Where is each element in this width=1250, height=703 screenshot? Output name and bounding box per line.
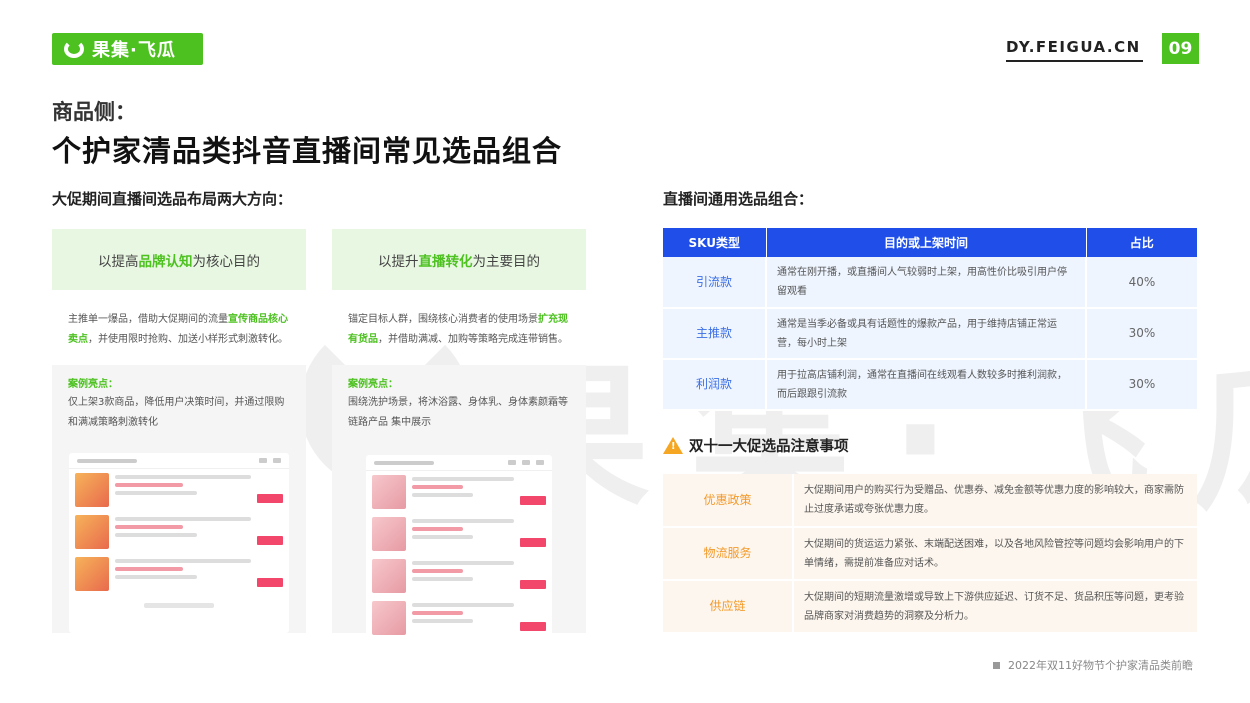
screenshot-topbar [69,453,289,469]
livestream-screenshot [69,453,289,633]
footer-text: 2022年双11好物节个护家清品类前瞻 [1008,659,1193,672]
header-text: 以提高 [98,253,139,270]
direction-card-brand: 以提高 品牌认知 为核心目的 主推单一爆品，借助大促期间的流量宣传商品核心卖点，并使… [52,229,306,633]
desc-text: 锚定目标人群，围绕核心消费者的使用场景 [348,314,538,325]
header-highlight: 品牌认知 [138,253,193,270]
desc-text: 主推单一爆品，借助大促期间的流量 [68,314,228,325]
footer-source: 2022年双11好物节个护家清品类前瞻 [993,657,1193,673]
sku-type: 利润款 [663,359,767,411]
case-box: 案例亮点： 围绕洗护场景，将沐浴露、身体乳、身体素颜霜等链路产品 集中展示 [332,365,586,645]
notice-type: 物流服务 [663,527,794,581]
notice-desc: 大促期间的货运运力紧张、末端配送困难，以及各地风险管控等问题均会影响用户的下单情… [793,527,1197,581]
table-header-row: SKU类型 目的或上架时间 占比 [663,228,1197,257]
sku-pct: 30% [1086,308,1197,360]
sku-type: 引流款 [663,257,767,309]
header-text: 以提升 [378,253,419,270]
desc-text: ，并借助满减、加购等策略完成连带销售。 [378,334,568,345]
footer-square-icon [993,661,1000,669]
table-row: 主推款 通常是当季必备或具有话题性的爆款产品，用于维持店铺正常运营，每小时上架 … [663,308,1197,360]
product-thumb [372,475,406,509]
header-text: 为核心目的 [192,253,261,270]
direction-card-description: 锚定目标人群，围绕核心消费者的使用场景扩充现有货品，并借助满减、加购等策略完成连… [332,290,586,365]
case-title: 案例亮点： [348,379,398,390]
product-thumb [372,601,406,635]
product-thumb [75,515,109,549]
table-header: SKU类型 [663,228,767,257]
site-url: DY.FEIGUA.CN [1006,38,1143,62]
table-row: 利润款 用于拉高店铺利润，通常在直播间在线观看人数较多时推利润款，而后跟跟引流款… [663,359,1197,411]
table-row: 物流服务 大促期间的货运运力紧张、末端配送困难，以及各地风险管控等问题均会影响用… [663,527,1197,581]
buy-button [520,622,546,631]
direction-card-conversion: 以提升 直播转化 为主要目的 锚定目标人群，围绕核心消费者的使用场景扩充现有货品，并… [332,229,586,645]
right-section-heading: 直播间通用选品组合： [663,190,814,208]
page-subtitle: 商品侧： [52,100,136,124]
brand-logo: 果集·飞瓜 [52,33,203,65]
left-section-heading: 大促期间直播间选品布局两大方向： [52,190,293,208]
buy-button [257,578,283,587]
direction-card-header: 以提高 品牌认知 为核心目的 [52,229,306,290]
direction-card-header: 以提升 直播转化 为主要目的 [332,229,586,290]
buy-button [520,538,546,547]
table-row: 优惠政策 大促期间用户的购买行为受赠品、优惠券、减免金额等优惠力度的影响较大，商… [663,474,1197,528]
notice-type: 供应链 [663,580,794,634]
product-thumb [372,559,406,593]
notice-desc: 大促期间用户的购买行为受赠品、优惠券、减免金额等优惠力度的影响较大，商家需防止过… [793,474,1197,528]
header-text: 为主要目的 [472,253,541,270]
buy-button [520,496,546,505]
notice-title: 双十一大促选品注意事项 [689,439,849,455]
case-text: 仅上架3款商品，降低用户决策时间，并通过限购和满减策略刺激转化 [68,397,285,428]
sku-desc: 通常是当季必备或具有话题性的爆款产品，用于维持店铺正常运营，每小时上架 [766,308,1087,360]
table-row: 供应链 大促期间的短期流量激增或导致上下游供应延迟、订货不足、货品积压等问题，更… [663,580,1197,634]
screenshot-product-row [366,597,552,639]
notice-table: 优惠政策 大促期间用户的购买行为受赠品、优惠券、减免金额等优惠力度的影响较大，商… [663,474,1197,634]
page-title: 个护家清品类抖音直播间常见选品组合 [52,134,563,168]
screenshot-product-row [366,555,552,597]
table-header: 目的或上架时间 [766,228,1087,257]
direction-card-description: 主推单一爆品，借助大促期间的流量宣传商品核心卖点，并使用限时抢购、加送小样形式刺… [52,290,306,365]
warning-glyph: ! [671,441,676,452]
screenshot-product-row [69,469,289,511]
sku-table: SKU类型 目的或上架时间 占比 引流款 通常在刚开播，或直播间人气较弱时上架，… [663,228,1197,411]
buy-button [257,536,283,545]
desc-text: ，并使用限时抢购、加送小样形式刺激转化。 [88,334,288,345]
table-row: 引流款 通常在刚开播，或直播间人气较弱时上架，用高性价比吸引用户停留观看 40% [663,257,1197,309]
warning-icon: ! [663,437,683,454]
sku-pct: 30% [1086,359,1197,411]
case-title: 案例亮点： [68,379,118,390]
screenshot-product-row [366,471,552,513]
table-header: 占比 [1086,228,1197,257]
livestream-screenshot [366,455,552,645]
screenshot-topbar [366,455,552,471]
header-highlight: 直播转化 [418,253,473,270]
sku-desc: 通常在刚开播，或直播间人气较弱时上架，用高性价比吸引用户停留观看 [766,257,1087,309]
buy-button [520,580,546,589]
notice-desc: 大促期间的短期流量激增或导致上下游供应延迟、订货不足、货品积压等问题，更考验品牌… [793,580,1197,634]
page-number: 09 [1162,33,1199,64]
product-thumb [372,517,406,551]
screenshot-product-row [366,513,552,555]
product-thumb [75,473,109,507]
screenshot-product-row [69,511,289,553]
sku-type: 主推款 [663,308,767,360]
buy-button [257,494,283,503]
case-text: 围绕洗护场景，将沐浴露、身体乳、身体素颜霜等链路产品 集中展示 [348,397,568,428]
case-box: 案例亮点： 仅上架3款商品，降低用户决策时间，并通过限购和满减策略刺激转化 [52,365,306,633]
sku-pct: 40% [1086,257,1197,309]
screenshot-product-row [69,553,289,595]
sku-desc: 用于拉高店铺利润，通常在直播间在线观看人数较多时推利润款，而后跟跟引流款 [766,359,1087,411]
product-thumb [75,557,109,591]
logo-mark-icon [64,40,84,58]
notice-heading: ! 双十一大促选品注意事项 [663,435,849,456]
logo-text: 果集·飞瓜 [92,40,176,61]
notice-type: 优惠政策 [663,474,794,528]
